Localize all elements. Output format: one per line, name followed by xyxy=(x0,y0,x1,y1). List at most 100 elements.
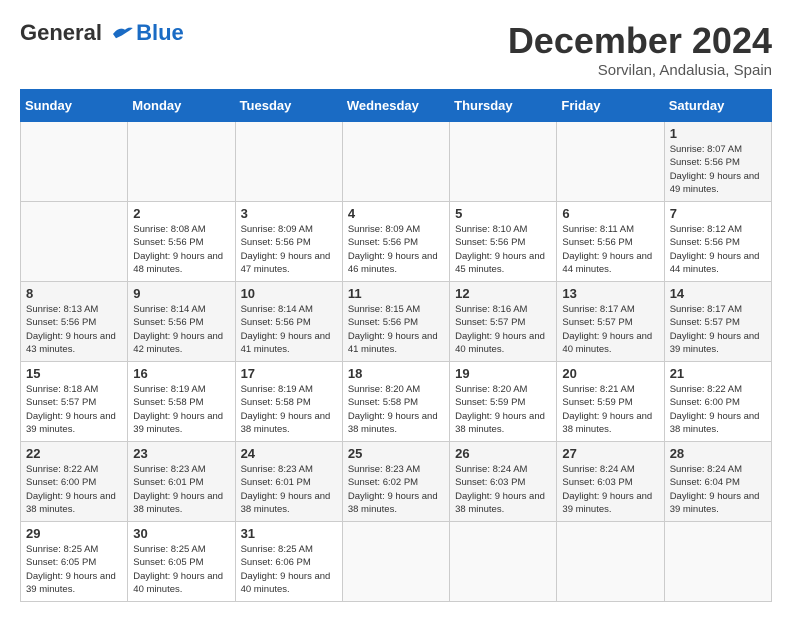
day-info: Sunrise: 8:25 AMSunset: 6:05 PMDaylight:… xyxy=(26,543,122,596)
day-number: 17 xyxy=(241,366,337,381)
day-of-week-header: Friday xyxy=(557,90,664,122)
day-number: 28 xyxy=(670,446,766,461)
day-number: 24 xyxy=(241,446,337,461)
day-info: Sunrise: 8:23 AMSunset: 6:02 PMDaylight:… xyxy=(348,463,444,516)
day-info: Sunrise: 8:17 AMSunset: 5:57 PMDaylight:… xyxy=(562,303,658,356)
day-info: Sunrise: 8:17 AMSunset: 5:57 PMDaylight:… xyxy=(670,303,766,356)
day-info: Sunrise: 8:08 AMSunset: 5:56 PMDaylight:… xyxy=(133,223,229,276)
calendar-header-row: SundayMondayTuesdayWednesdayThursdayFrid… xyxy=(21,90,772,122)
day-info: Sunrise: 8:07 AMSunset: 5:56 PMDaylight:… xyxy=(670,143,766,196)
day-number: 1 xyxy=(670,126,766,141)
logo: General Blue xyxy=(20,20,184,46)
calendar-week-row: 1 Sunrise: 8:07 AMSunset: 5:56 PMDaylight… xyxy=(21,122,772,202)
day-number: 6 xyxy=(562,206,658,221)
empty-day-cell xyxy=(557,522,664,602)
day-number: 5 xyxy=(455,206,551,221)
day-of-week-header: Saturday xyxy=(664,90,771,122)
day-info: Sunrise: 8:19 AMSunset: 5:58 PMDaylight:… xyxy=(241,383,337,436)
day-cell: 30Sunrise: 8:25 AMSunset: 6:05 PMDayligh… xyxy=(128,522,235,602)
day-number: 11 xyxy=(348,286,444,301)
day-number: 13 xyxy=(562,286,658,301)
calendar-week-row: 2 Sunrise: 8:08 AMSunset: 5:56 PMDaylight… xyxy=(21,202,772,282)
empty-day-cell xyxy=(235,122,342,202)
day-info: Sunrise: 8:24 AMSunset: 6:04 PMDaylight:… xyxy=(670,463,766,516)
day-info: Sunrise: 8:14 AMSunset: 5:56 PMDaylight:… xyxy=(133,303,229,356)
day-info: Sunrise: 8:21 AMSunset: 5:59 PMDaylight:… xyxy=(562,383,658,436)
day-cell: 22Sunrise: 8:22 AMSunset: 6:00 PMDayligh… xyxy=(21,442,128,522)
day-of-week-header: Monday xyxy=(128,90,235,122)
day-cell: 1 Sunrise: 8:07 AMSunset: 5:56 PMDaylight… xyxy=(664,122,771,202)
day-cell: 8 Sunrise: 8:13 AMSunset: 5:56 PMDaylight… xyxy=(21,282,128,362)
day-number: 30 xyxy=(133,526,229,541)
day-cell: 26 Sunrise: 8:24 AMSunset: 6:03 PMDayligh… xyxy=(450,442,557,522)
day-info: Sunrise: 8:20 AMSunset: 5:59 PMDaylight:… xyxy=(455,383,551,436)
day-info: Sunrise: 8:10 AMSunset: 5:56 PMDaylight:… xyxy=(455,223,551,276)
day-number: 16 xyxy=(133,366,229,381)
day-cell: 12Sunrise: 8:16 AMSunset: 5:57 PMDayligh… xyxy=(450,282,557,362)
title-block: December 2024 Sorvilan, Andalusia, Spain xyxy=(508,20,772,79)
day-number: 26 xyxy=(455,446,551,461)
day-info: Sunrise: 8:11 AMSunset: 5:56 PMDaylight:… xyxy=(562,223,658,276)
calendar-week-row: 29Sunrise: 8:25 AMSunset: 6:05 PMDayligh… xyxy=(21,522,772,602)
day-number: 19 xyxy=(455,366,551,381)
calendar-table: SundayMondayTuesdayWednesdayThursdayFrid… xyxy=(20,89,772,602)
day-cell: 17 Sunrise: 8:19 AMSunset: 5:58 PMDayligh… xyxy=(235,362,342,442)
calendar-week-row: 22Sunrise: 8:22 AMSunset: 6:00 PMDayligh… xyxy=(21,442,772,522)
day-number: 20 xyxy=(562,366,658,381)
day-cell: 2 Sunrise: 8:08 AMSunset: 5:56 PMDaylight… xyxy=(128,202,235,282)
day-cell: 28 Sunrise: 8:24 AMSunset: 6:04 PMDayligh… xyxy=(664,442,771,522)
day-cell: 15Sunrise: 8:18 AMSunset: 5:57 PMDayligh… xyxy=(21,362,128,442)
day-number: 3 xyxy=(241,206,337,221)
month-title: December 2024 xyxy=(508,20,772,62)
day-info: Sunrise: 8:13 AMSunset: 5:56 PMDaylight:… xyxy=(26,303,122,356)
day-info: Sunrise: 8:12 AMSunset: 5:56 PMDaylight:… xyxy=(670,223,766,276)
day-number: 23 xyxy=(133,446,229,461)
calendar-week-row: 15Sunrise: 8:18 AMSunset: 5:57 PMDayligh… xyxy=(21,362,772,442)
day-of-week-header: Thursday xyxy=(450,90,557,122)
empty-day-cell xyxy=(557,122,664,202)
day-number: 14 xyxy=(670,286,766,301)
day-cell: 20 Sunrise: 8:21 AMSunset: 5:59 PMDayligh… xyxy=(557,362,664,442)
day-info: Sunrise: 8:15 AMSunset: 5:56 PMDaylight:… xyxy=(348,303,444,356)
day-info: Sunrise: 8:22 AMSunset: 6:00 PMDaylight:… xyxy=(26,463,122,516)
day-info: Sunrise: 8:23 AMSunset: 6:01 PMDaylight:… xyxy=(241,463,337,516)
day-info: Sunrise: 8:09 AMSunset: 5:56 PMDaylight:… xyxy=(241,223,337,276)
day-cell: 6 Sunrise: 8:11 AMSunset: 5:56 PMDaylight… xyxy=(557,202,664,282)
day-number: 18 xyxy=(348,366,444,381)
day-number: 4 xyxy=(348,206,444,221)
day-cell: 11 Sunrise: 8:15 AMSunset: 5:56 PMDayligh… xyxy=(342,282,449,362)
day-of-week-header: Sunday xyxy=(21,90,128,122)
empty-day-cell xyxy=(450,122,557,202)
empty-day-cell xyxy=(342,122,449,202)
day-cell: 19 Sunrise: 8:20 AMSunset: 5:59 PMDayligh… xyxy=(450,362,557,442)
logo-text-blue: Blue xyxy=(136,20,184,46)
day-info: Sunrise: 8:22 AMSunset: 6:00 PMDaylight:… xyxy=(670,383,766,436)
day-number: 8 xyxy=(26,286,122,301)
day-number: 12 xyxy=(455,286,551,301)
day-number: 25 xyxy=(348,446,444,461)
day-number: 2 xyxy=(133,206,229,221)
empty-day-cell xyxy=(128,122,235,202)
logo-text-general: General xyxy=(20,20,102,45)
day-info: Sunrise: 8:14 AMSunset: 5:56 PMDaylight:… xyxy=(241,303,337,356)
day-of-week-header: Tuesday xyxy=(235,90,342,122)
day-cell: 25 Sunrise: 8:23 AMSunset: 6:02 PMDayligh… xyxy=(342,442,449,522)
day-cell: 27Sunrise: 8:24 AMSunset: 6:03 PMDayligh… xyxy=(557,442,664,522)
day-cell: 23Sunrise: 8:23 AMSunset: 6:01 PMDayligh… xyxy=(128,442,235,522)
empty-day-cell xyxy=(664,522,771,602)
day-number: 15 xyxy=(26,366,122,381)
day-cell: 18Sunrise: 8:20 AMSunset: 5:58 PMDayligh… xyxy=(342,362,449,442)
empty-day-cell xyxy=(21,122,128,202)
day-number: 21 xyxy=(670,366,766,381)
day-number: 27 xyxy=(562,446,658,461)
day-number: 31 xyxy=(241,526,337,541)
day-number: 10 xyxy=(241,286,337,301)
day-cell: 7Sunrise: 8:12 AMSunset: 5:56 PMDaylight… xyxy=(664,202,771,282)
day-cell: 14 Sunrise: 8:17 AMSunset: 5:57 PMDayligh… xyxy=(664,282,771,362)
logo-bird-icon xyxy=(110,24,134,44)
day-cell: 13 Sunrise: 8:17 AMSunset: 5:57 PMDayligh… xyxy=(557,282,664,362)
day-cell: 29Sunrise: 8:25 AMSunset: 6:05 PMDayligh… xyxy=(21,522,128,602)
day-cell: 3 Sunrise: 8:09 AMSunset: 5:56 PMDaylight… xyxy=(235,202,342,282)
day-cell: 31Sunrise: 8:25 AMSunset: 6:06 PMDayligh… xyxy=(235,522,342,602)
day-info: Sunrise: 8:24 AMSunset: 6:03 PMDaylight:… xyxy=(455,463,551,516)
